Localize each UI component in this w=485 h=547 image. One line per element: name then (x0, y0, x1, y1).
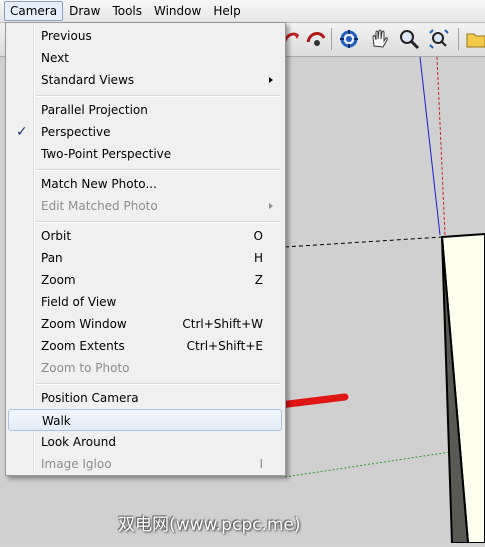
camera-menu: Previous Next Standard Views Parallel Pr… (5, 22, 286, 476)
zoom-icon[interactable] (396, 26, 422, 52)
menu-item-zoom-extents[interactable]: Zoom Extents Ctrl+Shift+E (8, 335, 282, 357)
submenu-arrow-icon (269, 203, 273, 209)
zoom-extents-icon[interactable] (426, 26, 452, 52)
menu-item-match-new-photo[interactable]: Match New Photo... (8, 173, 282, 195)
menu-item-previous[interactable]: Previous (8, 25, 282, 47)
menu-item-label: Look Around (41, 435, 116, 449)
menu-item-label: Edit Matched Photo (41, 199, 158, 213)
menu-camera[interactable]: Camera (4, 1, 64, 21)
menu-item-perspective[interactable]: ✓ Perspective (8, 121, 282, 143)
menu-item-label: Two-Point Perspective (41, 147, 172, 161)
blue-axis-line (419, 56, 441, 236)
menu-item-label: Zoom Extents (41, 339, 125, 353)
guide-line (284, 236, 443, 248)
folder-icon[interactable] (463, 26, 485, 52)
menu-item-label: Parallel Projection (41, 103, 148, 117)
menu-item-two-point-perspective[interactable]: Two-Point Perspective (8, 143, 282, 165)
menu-item-label: Position Camera (41, 391, 139, 405)
menu-item-label: Zoom Window (41, 317, 127, 331)
menu-item-label: Match New Photo... (41, 177, 157, 191)
menu-separator (36, 383, 280, 385)
menu-separator (36, 169, 280, 171)
menu-item-shortcut: O (253, 229, 263, 243)
menu-item-label: Next (41, 51, 69, 65)
menu-item-zoom-to-photo: Zoom to Photo (8, 357, 282, 379)
menu-item-zoom-window[interactable]: Zoom Window Ctrl+Shift+W (8, 313, 282, 335)
menu-item-shortcut: I (259, 457, 263, 471)
red-axis-line (436, 56, 446, 236)
look-around-icon[interactable] (303, 26, 329, 52)
menu-separator (36, 95, 280, 97)
menu-help[interactable]: Help (207, 2, 246, 20)
menu-item-shortcut: Z (254, 273, 263, 287)
menu-item-label: Orbit (41, 229, 72, 243)
menu-item-label: Perspective (41, 125, 111, 139)
submenu-arrow-icon (269, 77, 273, 83)
menu-item-image-igloo: Image Igloo I (8, 453, 282, 475)
menu-window[interactable]: Window (148, 2, 207, 20)
pan-icon[interactable] (366, 26, 392, 52)
menu-item-label: Walk (42, 414, 71, 428)
menu-item-parallel-projection[interactable]: Parallel Projection (8, 99, 282, 121)
menu-item-field-of-view[interactable]: Field of View (8, 291, 282, 313)
checkmark-icon: ✓ (16, 124, 28, 140)
menu-item-label: Previous (41, 29, 92, 43)
menu-item-zoom[interactable]: Zoom Z (8, 269, 282, 291)
menu-item-look-around[interactable]: Look Around (8, 431, 282, 453)
menu-item-shortcut: Ctrl+Shift+W (182, 317, 263, 331)
menu-item-shortcut: H (253, 251, 263, 265)
menu-item-label: Pan (41, 251, 63, 265)
menu-item-label: Standard Views (41, 73, 135, 87)
menu-item-shortcut: Ctrl+Shift+E (186, 339, 263, 353)
menu-item-standard-views[interactable]: Standard Views (8, 69, 282, 91)
menu-item-label: Image Igloo (41, 457, 112, 471)
menu-item-pan[interactable]: Pan H (8, 247, 282, 269)
menu-separator (36, 221, 280, 223)
menu-item-label: Zoom to Photo (41, 361, 130, 375)
green-axis-line (284, 448, 471, 478)
menu-item-label: Field of View (41, 295, 117, 309)
menu-bar: Camera Draw Tools Window Help (0, 0, 485, 23)
menu-item-walk[interactable]: Walk (8, 409, 282, 431)
orbit-icon[interactable] (336, 26, 362, 52)
menu-item-position-camera[interactable]: Position Camera (8, 387, 282, 409)
watermark: 双电网(www.pcpc.me) (118, 515, 301, 535)
menu-item-orbit[interactable]: Orbit O (8, 225, 282, 247)
menu-item-edit-matched-photo: Edit Matched Photo (8, 195, 282, 217)
menu-item-label: Zoom (41, 273, 76, 287)
menu-draw[interactable]: Draw (63, 2, 106, 20)
menu-tools[interactable]: Tools (106, 2, 148, 20)
menu-item-next[interactable]: Next (8, 47, 282, 69)
